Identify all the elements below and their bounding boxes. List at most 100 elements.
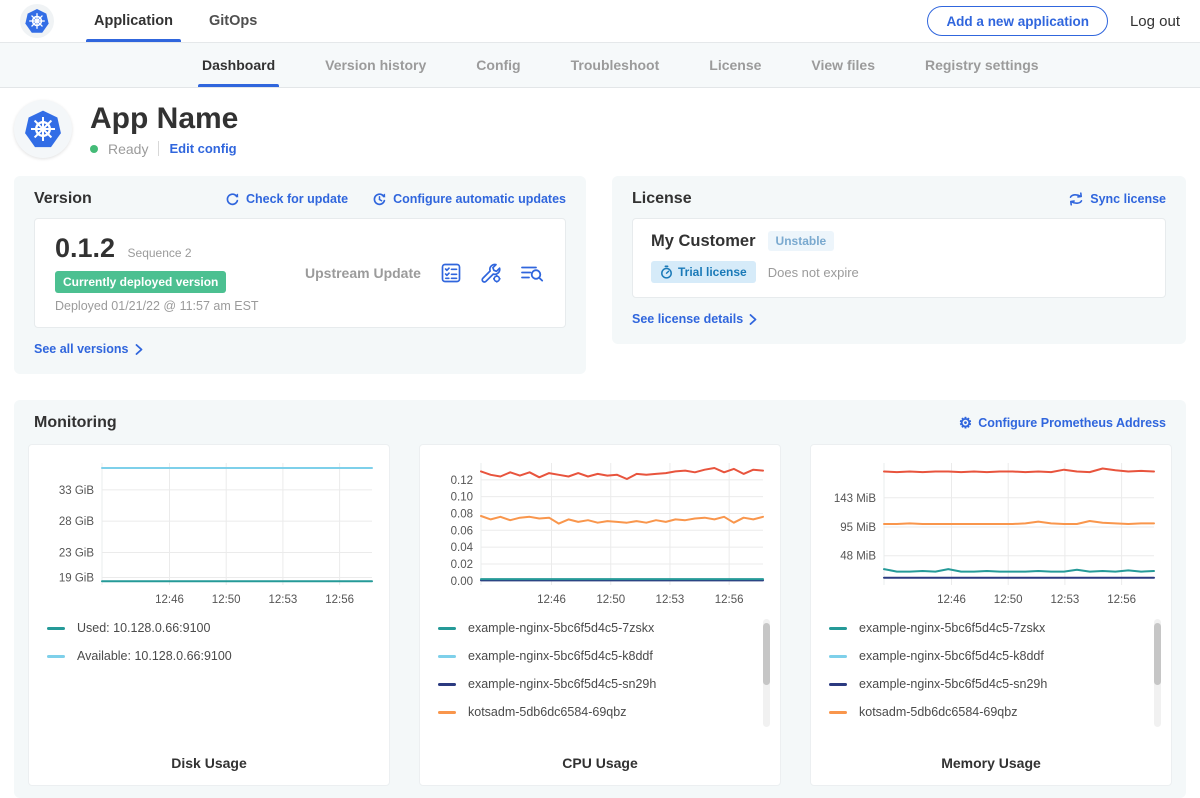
legend-item[interactable]: example-nginx-5bc6f5d4c5-7zskx: [829, 621, 1145, 635]
legend-swatch: [47, 627, 65, 630]
topnav-tab-gitops[interactable]: GitOps: [195, 0, 271, 42]
app-sub-nav: Dashboard Version history Config Trouble…: [0, 43, 1200, 88]
channel-badge: Unstable: [768, 231, 835, 251]
license-card: License Sync license My Customer Unstabl…: [612, 176, 1186, 344]
tab-license[interactable]: License: [697, 43, 773, 87]
edit-config-link[interactable]: Edit config: [169, 141, 236, 156]
top-nav: Application GitOps Add a new application…: [0, 0, 1200, 43]
check-for-update-link[interactable]: Check for update: [225, 192, 348, 207]
legend-item[interactable]: example-nginx-5bc6f5d4c5-7zskx: [438, 621, 754, 635]
svg-text:23 GiB: 23 GiB: [59, 547, 94, 559]
tab-version-history[interactable]: Version history: [313, 43, 438, 87]
divider: [158, 141, 159, 156]
license-expiry: Does not expire: [768, 265, 859, 280]
svg-text:143 MiB: 143 MiB: [834, 493, 877, 505]
scrollbar-thumb[interactable]: [1154, 623, 1161, 685]
tab-view-files[interactable]: View files: [799, 43, 887, 87]
refresh-icon: [225, 192, 240, 207]
config-wrench-icon[interactable]: [479, 261, 503, 285]
legend-item[interactable]: example-nginx-5bc6f5d4c5-sn29h: [438, 677, 754, 691]
chart-title: Disk Usage: [29, 749, 389, 785]
legend-item[interactable]: Available: 10.128.0.66:9100: [47, 649, 363, 663]
legend-label: example-nginx-5bc6f5d4c5-sn29h: [859, 677, 1047, 691]
monitoring-section: Monitoring ⚙ Configure Prometheus Addres…: [14, 400, 1186, 798]
svg-text:12:46: 12:46: [937, 594, 966, 606]
svg-text:0.08: 0.08: [451, 508, 473, 520]
monitoring-title: Monitoring: [34, 414, 117, 432]
legend-scrollbar[interactable]: [1154, 619, 1161, 727]
kubernetes-logo-avatar[interactable]: [20, 4, 54, 38]
memory-usage-chart: 48 MiB95 MiB143 MiB12:4612:5012:5312:56: [811, 453, 1171, 611]
see-license-details-link[interactable]: See license details: [632, 312, 757, 326]
chevron-right-icon: [749, 314, 757, 325]
tab-dashboard[interactable]: Dashboard: [190, 43, 287, 87]
legend-item[interactable]: Used: 10.128.0.66:9100: [47, 621, 363, 635]
memory-usage-chart-card: 48 MiB95 MiB143 MiB12:4612:5012:5312:56 …: [810, 444, 1172, 786]
legend-swatch: [829, 627, 847, 630]
configure-prometheus-label: Configure Prometheus Address: [978, 416, 1166, 430]
legend-label: kotsadm-5db6dc6584-69qbz: [468, 705, 626, 719]
chart-title: CPU Usage: [420, 749, 780, 785]
app-header: App Name Ready Edit config: [0, 88, 1200, 166]
license-summary-row: My Customer Unstable Trial license Does …: [632, 218, 1166, 298]
svg-text:12:56: 12:56: [715, 594, 744, 606]
svg-text:12:53: 12:53: [269, 594, 298, 606]
customer-name: My Customer: [651, 232, 756, 251]
legend-item[interactable]: example-nginx-5bc6f5d4c5-sn29h: [829, 677, 1145, 691]
add-new-application-button[interactable]: Add a new application: [927, 6, 1108, 36]
tab-registry-settings[interactable]: Registry settings: [913, 43, 1051, 87]
deploy-logs-icon[interactable]: [519, 261, 545, 285]
configure-automatic-updates-link[interactable]: Configure automatic updates: [372, 192, 566, 207]
legend-label: example-nginx-5bc6f5d4c5-k8ddf: [468, 649, 653, 663]
configure-prometheus-link[interactable]: ⚙ Configure Prometheus Address: [959, 416, 1166, 431]
tab-troubleshoot[interactable]: Troubleshoot: [559, 43, 672, 87]
legend-item[interactable]: example-nginx-5bc6f5d4c5-k8ddf: [829, 649, 1145, 663]
svg-text:12:53: 12:53: [1051, 594, 1080, 606]
sync-arrows-icon: [1068, 192, 1084, 206]
legend-scrollbar[interactable]: [763, 619, 770, 727]
version-sequence: Sequence 2: [128, 246, 192, 260]
version-card-title: Version: [34, 190, 92, 208]
currently-deployed-badge: Currently deployed version: [55, 271, 226, 293]
legend-item[interactable]: example-nginx-5bc6f5d4c5-k8ddf: [438, 649, 754, 663]
svg-text:48 MiB: 48 MiB: [840, 551, 876, 563]
configure-automatic-updates-label: Configure automatic updates: [393, 192, 566, 206]
svg-text:12:53: 12:53: [656, 594, 685, 606]
legend-item[interactable]: kotsadm-5db6dc6584-69qbz: [438, 705, 754, 719]
app-avatar: [14, 100, 72, 158]
topnav-tab-application[interactable]: Application: [80, 0, 187, 42]
charts-row: 19 GiB23 GiB28 GiB33 GiB12:4612:5012:531…: [28, 444, 1172, 786]
svg-text:12:56: 12:56: [325, 594, 354, 606]
svg-text:0.10: 0.10: [451, 492, 473, 504]
chart-title: Memory Usage: [811, 749, 1171, 785]
svg-text:12:46: 12:46: [537, 594, 566, 606]
stopwatch-icon: [660, 265, 673, 279]
legend-swatch: [829, 711, 847, 714]
legend-swatch: [438, 683, 456, 686]
scrollbar-thumb[interactable]: [763, 623, 770, 685]
disk-usage-legend: Used: 10.128.0.66:9100 Available: 10.128.…: [29, 611, 389, 749]
logout-link[interactable]: Log out: [1130, 13, 1180, 30]
kubernetes-icon: [24, 8, 50, 34]
sync-license-link[interactable]: Sync license: [1068, 192, 1166, 206]
tab-config[interactable]: Config: [464, 43, 532, 87]
summary-cards-row: Version Check for update Configure autom…: [14, 176, 1186, 374]
legend-item[interactable]: kotsadm-5db6dc6584-69qbz: [829, 705, 1145, 719]
legend-swatch: [438, 627, 456, 630]
cpu-usage-chart-card: 0.000.020.040.060.080.100.1212:4612:5012…: [419, 444, 781, 786]
svg-text:0.00: 0.00: [451, 576, 473, 588]
license-card-title: License: [632, 190, 692, 208]
cpu-usage-legend: example-nginx-5bc6f5d4c5-7zskx example-ng…: [420, 611, 780, 749]
svg-text:12:56: 12:56: [1107, 594, 1136, 606]
svg-text:33 GiB: 33 GiB: [59, 485, 94, 497]
legend-label: Used: 10.128.0.66:9100: [77, 621, 210, 635]
preflight-checks-icon[interactable]: [439, 261, 463, 285]
svg-text:0.02: 0.02: [451, 559, 473, 571]
memory-usage-legend: example-nginx-5bc6f5d4c5-7zskx example-ng…: [811, 611, 1171, 749]
legend-swatch: [829, 655, 847, 658]
version-card: Version Check for update Configure autom…: [14, 176, 586, 374]
svg-text:0.12: 0.12: [451, 475, 473, 487]
see-all-versions-link[interactable]: See all versions: [34, 342, 143, 356]
legend-label: example-nginx-5bc6f5d4c5-7zskx: [859, 621, 1045, 635]
check-for-update-label: Check for update: [246, 192, 348, 206]
